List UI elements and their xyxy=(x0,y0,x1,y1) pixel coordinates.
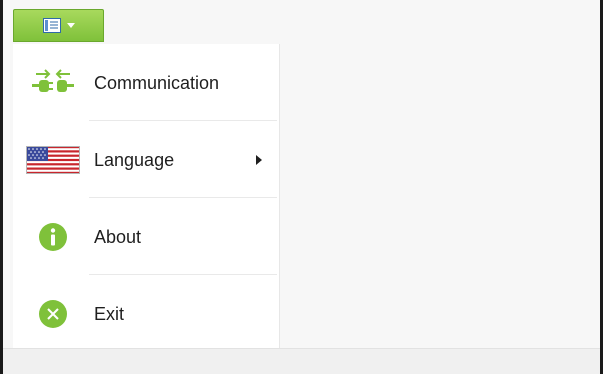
status-bar xyxy=(3,348,600,374)
menu-divider xyxy=(89,120,277,121)
info-icon xyxy=(25,219,81,255)
menu-item-language[interactable]: Language xyxy=(13,122,279,198)
application-menu: Communication Language About Exit xyxy=(13,44,280,348)
chevron-right-icon xyxy=(256,155,262,165)
menu-item-label: About xyxy=(94,227,142,247)
ribbon-bar xyxy=(3,0,600,44)
us-flag-icon xyxy=(25,142,81,178)
document-icon xyxy=(42,18,61,33)
plug-connect-icon xyxy=(25,65,81,101)
menu-item-label: Language xyxy=(94,150,175,170)
close-circle-icon xyxy=(25,296,81,332)
menu-item-label: Exit xyxy=(94,304,125,324)
menu-item-communication[interactable]: Communication xyxy=(13,45,279,121)
menu-item-label: Communication xyxy=(94,73,220,93)
menu-divider xyxy=(89,274,277,275)
menu-divider xyxy=(89,197,277,198)
app-menu-button[interactable] xyxy=(13,9,104,42)
menu-item-about[interactable]: About xyxy=(13,199,279,275)
app-window: Communication Language About Exit xyxy=(0,0,603,374)
chevron-down-icon xyxy=(66,23,75,28)
main-content-area xyxy=(280,44,600,348)
menu-item-exit[interactable]: Exit xyxy=(13,276,279,352)
